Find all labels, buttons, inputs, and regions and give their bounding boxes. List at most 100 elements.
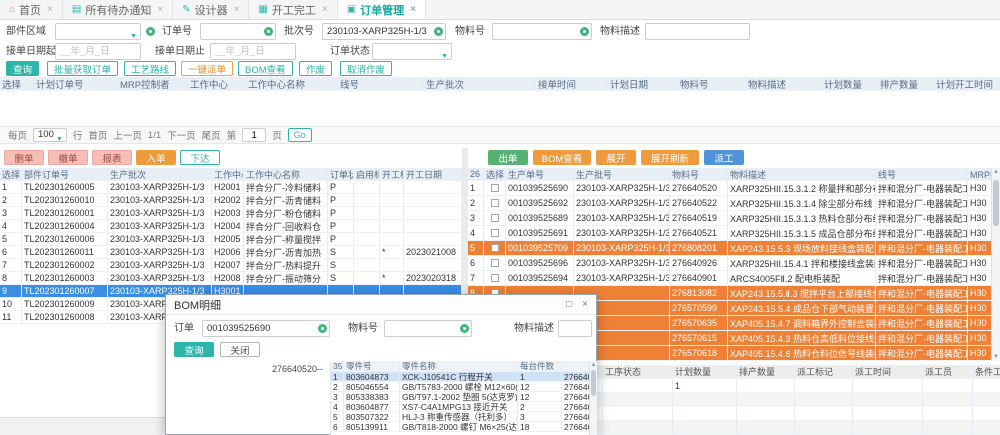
modal-close-button[interactable]: 关闭 [220, 342, 260, 357]
table-row[interactable]: 5001039525709230103-XARP325H-1/327680820… [468, 241, 991, 256]
go-button[interactable]: Go [288, 128, 312, 142]
page-size-select[interactable]: 100▼ [33, 128, 67, 142]
maximize-icon[interactable]: □ [566, 299, 572, 310]
close-icon[interactable]: × [157, 4, 163, 15]
issue-order-button[interactable]: 出单 [488, 150, 528, 165]
enter-order-button[interactable]: 入单 [136, 150, 176, 165]
table-row[interactable]: 3TL202301260001230103-XARP325H-1/3H2003拌… [0, 207, 462, 220]
row-checkbox[interactable] [491, 274, 499, 282]
void-button[interactable]: 作废 [299, 61, 332, 76]
bom-tree-node[interactable]: 276640520-- [272, 361, 323, 378]
bom-view-button[interactable]: BOM查看 [238, 61, 293, 76]
table-row[interactable]: 4TL202301260004230103-XARP325H-1/3H2004拌… [0, 220, 462, 233]
tab-home[interactable]: ⌂ 首页 × [0, 0, 63, 19]
target-icon[interactable] [264, 27, 273, 36]
table-row[interactable]: 3805338383GB/T97.1-2002 垫圈 5(达克罗)1227664… [331, 392, 589, 402]
material-desc-input[interactable] [645, 23, 750, 40]
target-icon[interactable] [580, 27, 589, 36]
material-no-input[interactable] [492, 23, 592, 40]
target-icon[interactable] [460, 324, 469, 333]
tab-order-management[interactable]: ▣ 订单管理 × [338, 0, 426, 19]
release-button[interactable]: 下达 [180, 150, 220, 165]
table-row[interactable]: 5TL202301260006230103-XARP325H-1/3H2005拌… [0, 233, 462, 246]
scroll-down-icon[interactable]: ▼ [992, 354, 1000, 360]
close-icon[interactable]: × [234, 4, 240, 15]
row-checkbox[interactable] [491, 184, 499, 192]
table-row[interactable]: 1001039525690230103-XARP325H-1/327664052… [468, 181, 991, 196]
material-no-field[interactable] [492, 23, 592, 40]
page-number-input[interactable] [242, 128, 266, 142]
date-from-field[interactable] [55, 43, 141, 60]
target-icon[interactable] [434, 27, 443, 36]
tab-designer[interactable]: ✎ 设计器 × [173, 0, 249, 19]
scroll-up-icon[interactable]: ▲ [992, 169, 1000, 175]
order-no-field[interactable] [200, 23, 276, 40]
last-page-link[interactable]: 尾页 [202, 128, 221, 142]
modal-material-desc-field[interactable] [558, 320, 592, 337]
modal-order-input[interactable] [202, 320, 330, 337]
table-row[interactable]: 3001039525689230103-XARP325H-1/327664051… [468, 211, 991, 226]
table-row[interactable]: 1TL202301260005230103-XARP325H-1/3H2001拌… [0, 181, 462, 194]
row-checkbox[interactable] [491, 214, 499, 222]
table-row[interactable]: 2001039525692230103-XARP325H-1/327664052… [468, 196, 991, 211]
bom-view-button-right[interactable]: BOM查看 [533, 150, 591, 165]
expand-button[interactable]: 展开 [596, 150, 636, 165]
modal-material-no-field[interactable] [384, 320, 472, 337]
vertical-scrollbar[interactable]: ▲ ▼ [991, 168, 1000, 361]
expand-refresh-button[interactable]: 展开刷新 [641, 150, 699, 165]
row-checkbox[interactable] [491, 259, 499, 267]
table-row[interactable]: 7001039525694230103-XARP325H-1/327664090… [468, 271, 991, 286]
target-icon[interactable] [318, 324, 327, 333]
revoke-order-button[interactable]: 撤单 [48, 150, 88, 165]
modal-material-no-input[interactable] [384, 320, 472, 337]
scrollbar-thumb[interactable] [591, 370, 596, 396]
row-checkbox[interactable] [491, 199, 499, 207]
modal-order-field[interactable] [202, 320, 330, 337]
date-to-input[interactable] [210, 43, 296, 60]
scroll-up-icon[interactable]: ▲ [590, 362, 597, 368]
table-row[interactable]: 2805046554GB/T5783-2000 螺栓 M12×60(达克罗)12… [331, 382, 589, 392]
first-page-link[interactable]: 首页 [88, 128, 107, 142]
close-icon[interactable]: × [322, 4, 328, 15]
table-row[interactable]: 7TL202301260002230103-XARP325H-1/3H2007拌… [0, 259, 462, 272]
modal-query-button[interactable]: 查询 [174, 342, 214, 357]
batch-no-field[interactable] [322, 23, 446, 40]
tab-start-finish-work[interactable]: ▦ 开工完工 × [249, 0, 337, 19]
date-from-input[interactable] [55, 43, 141, 60]
area-select[interactable]: ▼ [55, 23, 141, 40]
table-row[interactable]: 4803604877XS7-C4A1MPG13 接近开关2276640 [331, 402, 589, 412]
modal-material-desc-input[interactable] [558, 320, 592, 337]
table-row[interactable]: 8TL202301260003230103-XARP325H-1/3H2008拌… [0, 272, 462, 285]
batch-no-input[interactable] [322, 23, 446, 40]
scrollbar-thumb[interactable] [993, 180, 999, 226]
prev-page-link[interactable]: 上一页 [113, 128, 142, 142]
table-row[interactable]: 6TL202301260011230103-XARP325H-1/3H2006拌… [0, 246, 462, 259]
order-status-select[interactable]: ▼ [372, 43, 452, 60]
row-checkbox[interactable] [491, 244, 499, 252]
table-row[interactable]: 6001039525696230103-XARP325H-1/327664092… [468, 256, 991, 271]
close-icon[interactable]: × [47, 4, 53, 15]
material-desc-field[interactable] [645, 23, 750, 40]
process-route-button[interactable]: 工艺路线 [124, 61, 176, 76]
table-row[interactable]: 1803604873XCK-J10541C 行程开关1276640 [331, 372, 589, 382]
batch-fetch-orders-button[interactable]: 批量获取订单 [47, 61, 118, 76]
target-icon[interactable] [146, 27, 155, 36]
table-row[interactable]: 4001039525691230103-XARP325H-1/327664052… [468, 226, 991, 241]
close-icon[interactable]: × [410, 4, 416, 15]
modal-title-bar[interactable]: BOM明细 □ × [166, 295, 596, 315]
dispatch-button[interactable]: 派工 [704, 150, 744, 165]
table-row[interactable]: 5803507322HLJ-3 称重传感器（托利多）3276640 [331, 412, 589, 422]
tab-notifications[interactable]: ▤ 所有待办通知 × [63, 0, 173, 19]
date-to-field[interactable] [210, 43, 296, 60]
table-row[interactable]: 6805139911GB/T818-2000 螺钉 M6×25(达克罗)1827… [331, 422, 589, 432]
table-row[interactable]: 2TL202301260010230103-XARP325H-1/3H2002拌… [0, 194, 462, 207]
one-click-dispatch-button[interactable]: 一键派单 [181, 61, 233, 76]
cancel-void-button[interactable]: 取消作废 [340, 61, 392, 76]
close-icon[interactable]: × [582, 299, 588, 310]
next-page-link[interactable]: 下一页 [167, 128, 196, 142]
modal-scrollbar[interactable]: ▲ [589, 361, 597, 435]
report-button[interactable]: 报表 [92, 150, 132, 165]
query-button[interactable]: 查询 [6, 61, 39, 76]
delete-order-button[interactable]: 删单 [4, 150, 44, 165]
row-checkbox[interactable] [491, 229, 499, 237]
